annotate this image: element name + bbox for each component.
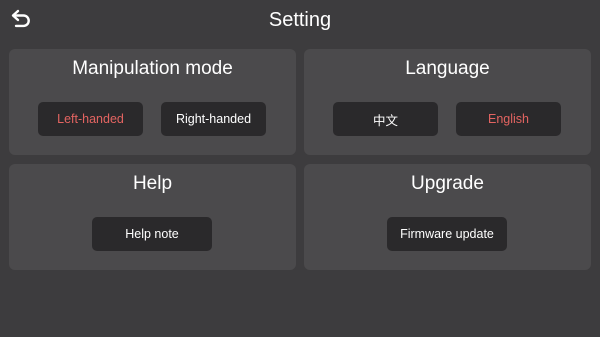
page-title: Setting xyxy=(268,9,332,31)
chinese-language-button[interactable]: 中文 xyxy=(333,102,438,136)
english-language-button[interactable]: English xyxy=(456,102,561,136)
language-title: Language xyxy=(405,58,490,79)
left-handed-button[interactable]: Left-handed xyxy=(38,102,143,136)
manipulation-mode-title: Manipulation mode xyxy=(72,58,233,79)
manipulation-mode-panel: Manipulation mode Left-handed Right-hand… xyxy=(9,49,296,155)
firmware-update-button[interactable]: Firmware update xyxy=(387,217,507,251)
upgrade-title: Upgrade xyxy=(411,173,484,194)
upgrade-panel: Upgrade Firmware update xyxy=(304,164,591,270)
help-note-button[interactable]: Help note xyxy=(92,217,212,251)
help-title: Help xyxy=(132,173,173,194)
language-panel: Language 中文 English xyxy=(304,49,591,155)
help-panel: Help Help note xyxy=(9,164,296,270)
right-handed-button[interactable]: Right-handed xyxy=(161,102,266,136)
